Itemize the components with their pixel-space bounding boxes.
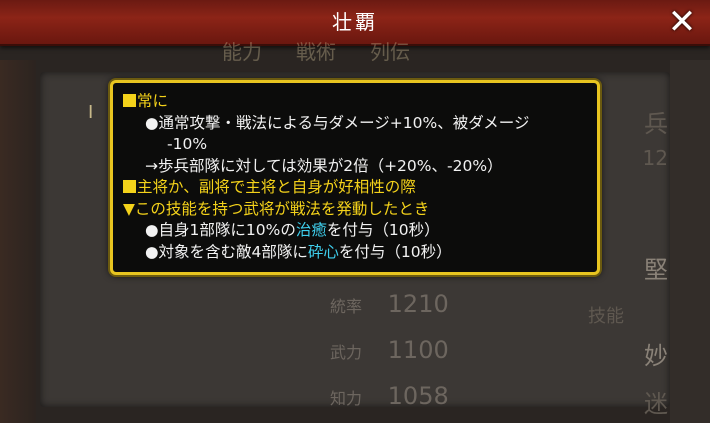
tab-biography[interactable]: 列伝 xyxy=(358,36,422,64)
stat-label: 武力 xyxy=(330,343,363,362)
bg-level: 12 xyxy=(642,146,668,170)
right-backdrop xyxy=(670,60,710,423)
stat-value: 1058 xyxy=(387,382,449,410)
tooltip-heading-condition: 主将か、副将で主将と自身が好相性の際 xyxy=(123,177,587,199)
bg-skill-label: 技能 xyxy=(588,306,624,327)
tab-tactics[interactable]: 戦術 xyxy=(284,36,348,64)
tooltip-line: ●自身1部隊に10%の治癒を付与（10秒） xyxy=(145,221,440,239)
tooltip-line: ●通常攻撃・戦法による与ダメージ+10%、被ダメージ xyxy=(145,113,530,132)
close-icon[interactable]: ✕ xyxy=(666,5,698,39)
bg-trait: 堅 xyxy=(644,256,668,284)
tooltip-heading-trigger: ▼この技能を持つ武将が戦法を発動したとき xyxy=(123,199,430,218)
tooltip-heading-always: 常に xyxy=(123,91,587,113)
left-backdrop xyxy=(0,60,36,423)
keyword-shatter: 砕心 xyxy=(307,242,339,261)
stat-label: 知力 xyxy=(330,389,363,408)
stat-value: 1100 xyxy=(387,336,449,364)
square-bullet-icon xyxy=(123,94,136,107)
square-bullet-icon xyxy=(123,180,136,193)
tooltip-line: →歩兵部隊に対しては効果が2倍（+20%、-20%） xyxy=(145,156,503,175)
stat-value: 1210 xyxy=(387,290,449,318)
tab-ability[interactable]: 能力 xyxy=(210,36,274,64)
bg-skill-2[interactable]: 迷 xyxy=(644,384,668,419)
tooltip-line: -10% xyxy=(167,135,208,153)
keyword-heal: 治癒 xyxy=(295,221,327,239)
skill-tooltip: 常に ●通常攻撃・戦法による与ダメージ+10%、被ダメージ -10% →歩兵部隊… xyxy=(110,80,600,275)
stat-row: 知力 1058 xyxy=(330,382,550,410)
bg-skill-1[interactable]: 妙 xyxy=(644,336,668,371)
stat-row: 武力 1100 xyxy=(330,336,550,364)
stat-label: 統率 xyxy=(330,297,363,316)
bg-troop-type: 兵 xyxy=(644,110,668,138)
background-tabs: 能力 戦術 列伝 xyxy=(210,36,422,64)
tooltip-line: ●対象を含む敵4部隊に砕心を付与（10秒） xyxy=(145,242,452,261)
section-marker: I xyxy=(88,102,94,123)
stat-row: 統率 1210 xyxy=(330,290,550,318)
